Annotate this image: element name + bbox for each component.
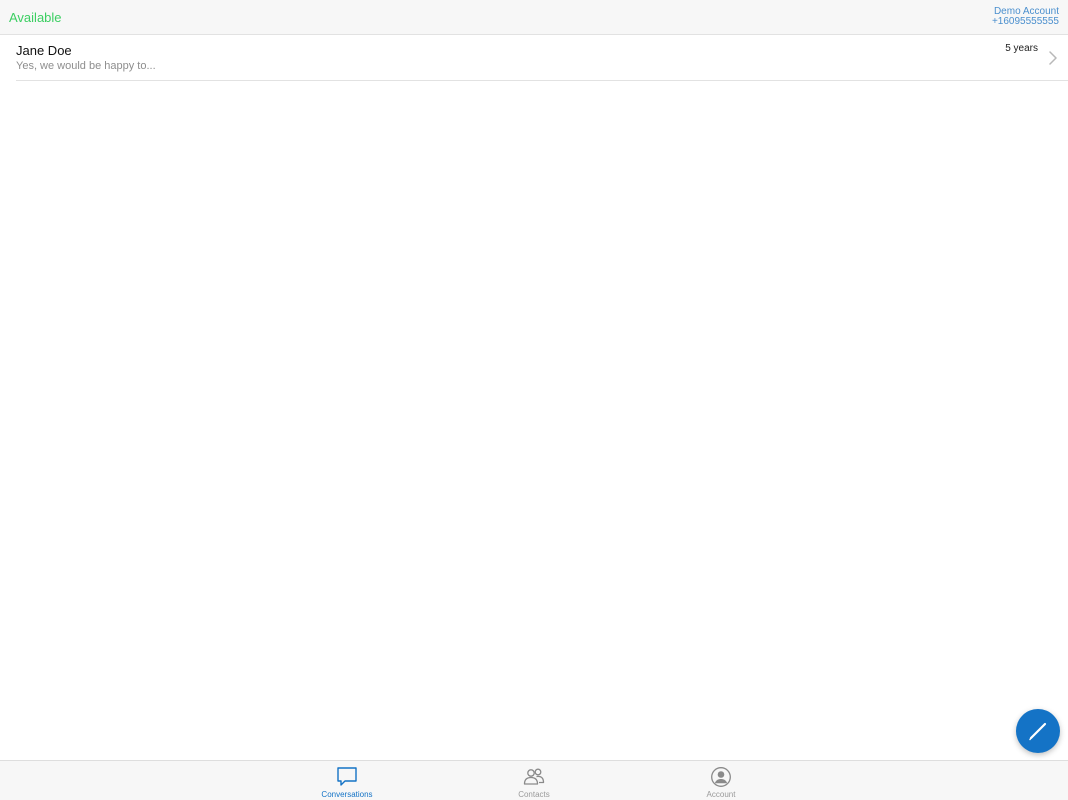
chevron-right-icon: [1049, 51, 1057, 65]
conversation-time: 5 years: [1005, 43, 1038, 54]
tab-conversations[interactable]: Conversations: [287, 761, 407, 800]
tab-label: Contacts: [518, 790, 550, 799]
availability-status[interactable]: Available: [9, 10, 62, 25]
tab-account[interactable]: Account: [661, 761, 781, 800]
header-bar: Available Demo Account +16095555555: [0, 0, 1068, 35]
conversation-contact-name: Jane Doe: [16, 43, 72, 58]
chat-bubble-icon: [337, 767, 357, 786]
compose-button[interactable]: [1016, 709, 1060, 753]
tab-bar: Conversations Contacts Account: [0, 760, 1068, 800]
tab-label: Account: [706, 790, 736, 799]
account-info[interactable]: Demo Account +16095555555: [992, 7, 1059, 27]
account-circle-icon: [711, 767, 731, 787]
tab-contacts[interactable]: Contacts: [474, 761, 594, 800]
compose-pencil-icon: [1029, 722, 1047, 741]
tab-label: Conversations: [321, 790, 373, 799]
conversation-row[interactable]: Jane Doe Yes, we would be happy to... 5 …: [16, 35, 1068, 81]
app-window: Available Demo Account +16095555555 Jane…: [0, 0, 1068, 800]
people-icon: [523, 768, 545, 785]
conversation-preview: Yes, we would be happy to...: [16, 60, 156, 72]
account-number: +16095555555: [991, 16, 1059, 27]
conversation-list: Jane Doe Yes, we would be happy to... 5 …: [0, 35, 1068, 81]
